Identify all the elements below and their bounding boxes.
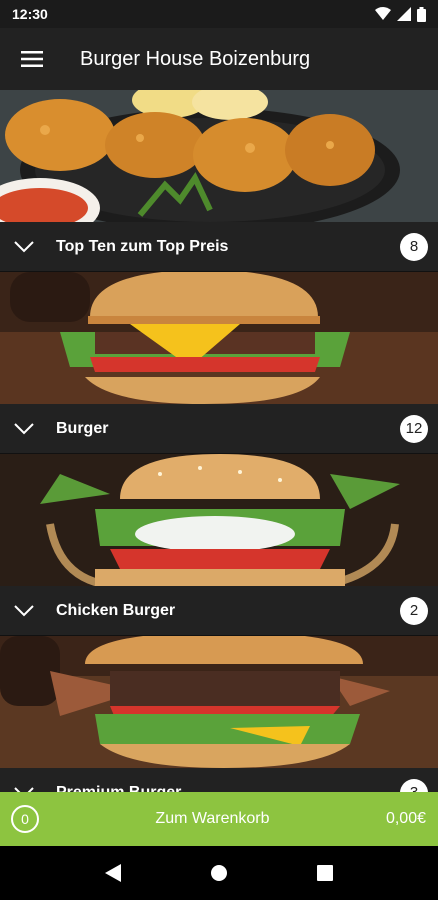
category-row-chicken-burger[interactable]: Chicken Burger 2	[0, 586, 438, 636]
menu-icon	[21, 51, 43, 67]
category-label: Premium Burger	[56, 783, 182, 793]
category-image-burger[interactable]	[0, 272, 438, 404]
battery-icon	[417, 6, 426, 22]
signal-icon	[397, 7, 411, 21]
category-list[interactable]: Top Ten zum Top Preis 8 Burger 12 Chicke…	[0, 90, 438, 792]
status-bar: 12:30	[0, 0, 438, 28]
category-label: Burger	[56, 419, 109, 437]
category-label: Chicken Burger	[56, 601, 176, 619]
category-row-top-ten[interactable]: Top Ten zum Top Preis 8	[0, 222, 438, 272]
category-count-badge: 8	[400, 232, 428, 261]
back-icon	[105, 864, 121, 882]
category-count-badge: 2	[400, 596, 428, 625]
recents-icon	[317, 865, 333, 881]
status-icons	[375, 6, 426, 22]
cart-button[interactable]: 0 Zum Warenkorb 0,00€	[0, 792, 438, 846]
back-button[interactable]	[93, 853, 133, 893]
category-image-chicken-nuggets[interactable]	[0, 90, 438, 222]
category-row-burger[interactable]: Burger 12	[0, 404, 438, 454]
cart-count-badge: 0	[11, 805, 39, 833]
category-count-badge: 3	[400, 778, 428, 792]
chevron-down-icon	[14, 604, 34, 616]
app-title: Burger House Boizenburg	[80, 47, 311, 70]
menu-button[interactable]	[0, 28, 64, 90]
home-button[interactable]	[199, 853, 239, 893]
wifi-icon	[375, 7, 391, 20]
category-image-premium-burger[interactable]	[0, 636, 438, 768]
home-icon	[211, 865, 227, 881]
cart-label: Zum Warenkorb	[155, 810, 270, 827]
category-image-chicken-burger[interactable]	[0, 454, 438, 586]
category-row-premium-burger[interactable]: Premium Burger 3	[0, 768, 438, 792]
recents-button[interactable]	[305, 853, 345, 893]
category-label: Top Ten zum Top Preis	[56, 237, 229, 255]
system-nav-bar	[0, 846, 438, 900]
chevron-down-icon	[14, 240, 34, 252]
status-time: 12:30	[12, 6, 48, 22]
category-count-badge: 12	[400, 414, 428, 443]
cart-total: 0,00€	[385, 810, 426, 827]
app-bar: Burger House Boizenburg	[0, 28, 438, 90]
chevron-down-icon	[14, 422, 34, 434]
